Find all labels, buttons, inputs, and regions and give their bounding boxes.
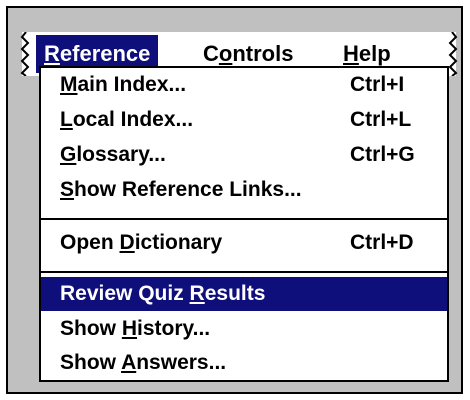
menu-item-review-quiz-results[interactable]: Review Quiz Results — [41, 277, 447, 311]
reference-dropdown-menu: Main Index... Ctrl+I Local Index... Ctrl… — [39, 66, 449, 382]
menu-help-mnemonic: H — [343, 41, 359, 66]
menu-item-main-index[interactable]: Main Index... Ctrl+I — [41, 68, 447, 102]
menu-help-text-after: elp — [358, 41, 391, 66]
menu-item-show-answers[interactable]: Show Answers... — [41, 346, 447, 380]
menu-item-label: Local Index... — [60, 108, 194, 131]
menu-controls-text-after: ntrols — [232, 41, 294, 66]
menu-item-open-dictionary[interactable]: Open Dictionary Ctrl+D — [41, 226, 447, 260]
menu-item-label: Open Dictionary — [60, 231, 223, 254]
menu-separator — [41, 271, 447, 273]
menu-controls-mnemonic: o — [218, 41, 233, 66]
menu-item-local-index[interactable]: Local Index... Ctrl+L — [41, 103, 447, 137]
menu-item-label: Show Reference Links... — [60, 178, 302, 201]
menu-item-show-history[interactable]: Show History... — [41, 312, 447, 346]
menu-item-shortcut: Ctrl+D — [350, 231, 414, 254]
menu-item-label: Show Answers... — [60, 351, 227, 374]
menu-item-shortcut: Ctrl+G — [350, 143, 415, 166]
menu-item-label: Show History... — [60, 317, 211, 340]
torn-edge-left-icon — [20, 32, 30, 76]
menu-reference-mnemonic: R — [44, 41, 60, 66]
menu-item-label: Glossary... — [60, 143, 166, 166]
menu-item-show-reference-links[interactable]: Show Reference Links... — [41, 173, 447, 207]
menu-item-label: Review Quiz Results — [60, 282, 266, 305]
menu-item-glossary[interactable]: Glossary... Ctrl+G — [41, 138, 447, 172]
menu-item-shortcut: Ctrl+L — [350, 108, 412, 131]
menu-controls-text-before: C — [203, 41, 219, 66]
menu-item-shortcut: Ctrl+I — [350, 73, 405, 96]
menu-item-label: Main Index... — [60, 73, 187, 96]
menu-separator — [41, 218, 447, 220]
menu-reference-text-after: eference — [59, 41, 151, 66]
